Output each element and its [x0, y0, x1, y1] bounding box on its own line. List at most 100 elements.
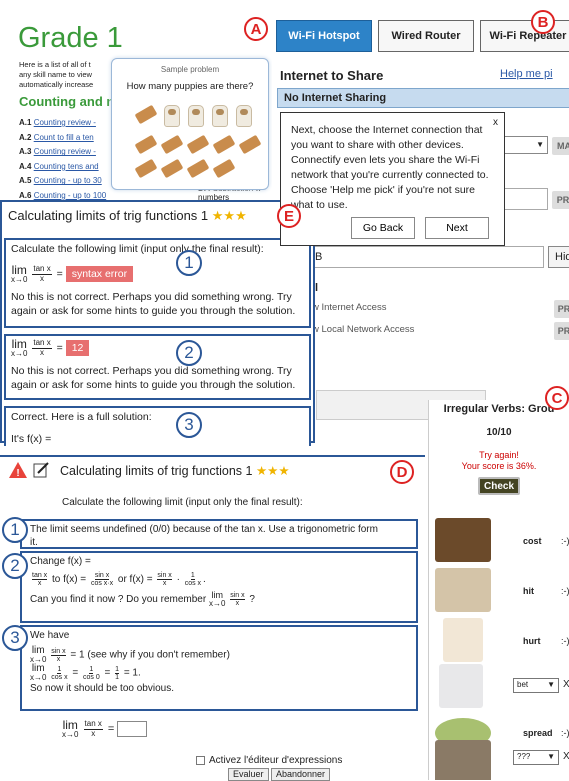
puppy-image	[236, 105, 252, 127]
puppy-image	[212, 105, 228, 127]
chevron-down-icon: ▼	[547, 680, 555, 689]
close-icon[interactable]: x	[493, 115, 498, 130]
skill-link[interactable]: Counting - up to 100	[34, 191, 107, 200]
answer-input[interactable]: syntax error	[65, 266, 134, 282]
score: 10/10	[486, 427, 512, 438]
sample-label: Sample problem	[160, 65, 220, 74]
pr-button[interactable]: PR	[554, 300, 569, 318]
instruction-text: Calculate the following limit (input onl…	[11, 243, 264, 255]
math-expression: lim x→0 tan xx = syntax error	[11, 264, 304, 284]
puppy-image	[164, 105, 180, 127]
exercise-title: Calculating limits of trig functions 1 ★…	[8, 208, 247, 223]
biscuit-image	[212, 158, 236, 179]
gate-image	[435, 740, 491, 780]
evaluate-button[interactable]: Evaluer	[228, 768, 269, 781]
math-expression: lim x→0 tan xx = 12	[11, 338, 304, 358]
panel-ixl-grade1: Grade 1 Here is a list of all of t any s…	[0, 0, 272, 210]
skill-item[interactable]: A.3 Counting review -	[19, 145, 106, 160]
chevron-down-icon: ▼	[547, 752, 555, 761]
callout-a: A	[244, 17, 268, 41]
page-title: Grade 1	[18, 22, 123, 54]
sample-question: How many puppies are there?	[126, 81, 254, 92]
bet-image	[439, 664, 483, 708]
answer-row: lim x→0 tan xx =	[62, 719, 148, 739]
edit-icon[interactable]	[32, 461, 50, 479]
biscuit-image	[186, 158, 210, 179]
biscuit-image	[160, 158, 184, 179]
biscuit-image	[134, 104, 158, 125]
callout-d: D	[390, 460, 414, 484]
tooltip: x Next, choose the Internet connection t…	[280, 112, 505, 246]
warning-icon: !	[9, 462, 27, 479]
panel-irregular-verbs: Irregular Verbs: Grou 10/10 Try again! Yo…	[428, 400, 569, 780]
internet-select[interactable]: No Internet Sharing	[277, 88, 569, 108]
tab-wifi-hotspot[interactable]: Wi-Fi Hotspot	[276, 20, 372, 52]
step-number: 2	[176, 340, 202, 366]
answer-input[interactable]	[117, 721, 148, 737]
share-label: Internet to Share	[280, 68, 384, 83]
pr-button[interactable]: PR	[554, 322, 569, 340]
coins-image	[435, 518, 491, 562]
answer-input[interactable]: 12	[65, 340, 90, 356]
dropdown[interactable]: ▼	[504, 136, 548, 154]
skill-item[interactable]: A.1 Counting review -	[19, 116, 106, 131]
stars: ★★★	[255, 464, 290, 478]
step-number: 1	[2, 517, 28, 543]
intro-text: Here is a list of all of t any skill nam…	[19, 60, 94, 89]
biscuit-image	[238, 134, 262, 155]
skill-link[interactable]: Counting review -	[34, 118, 96, 127]
access-internet-label: w Internet Access	[312, 302, 387, 313]
hint-box-1: The limit seems undefined (0/0) because …	[20, 519, 418, 549]
skill-link[interactable]: Counting - up to 30	[34, 176, 102, 185]
instruction-text: Calculate the following limit (input onl…	[62, 497, 303, 508]
hammer-image	[435, 568, 491, 612]
editor-checkbox[interactable]	[196, 756, 205, 765]
panel-limits-hints: ! Calculating limits of trig functions 1…	[0, 455, 425, 781]
text-field[interactable]	[504, 188, 548, 210]
hide-button[interactable]: Hide	[548, 246, 569, 268]
biscuit-image	[186, 134, 210, 155]
step-number: 3	[176, 412, 202, 438]
skill-link[interactable]: Counting review -	[34, 147, 96, 156]
editor-toggle[interactable]: Activez l'éditeur d'expressions	[196, 755, 342, 766]
biscuit-image	[134, 158, 158, 179]
verb-row: cost :-)	[435, 518, 569, 568]
callout-b: B	[531, 10, 555, 34]
svg-text:!: !	[16, 468, 19, 479]
feedback-box-1: Calculate the following limit (input onl…	[4, 238, 311, 328]
verb-select[interactable]: bet ▼	[513, 678, 559, 693]
verb-row: ???▼ X	[435, 736, 569, 780]
tab-wired-router[interactable]: Wired Router	[378, 20, 474, 52]
skill-item[interactable]: A.4 Counting tens and	[19, 160, 106, 175]
skill-item[interactable]: A.2 Count to fill a ten	[19, 131, 106, 146]
access-local-label: w Local Network Access	[312, 324, 415, 335]
verb-row: hit :-)	[435, 568, 569, 618]
puppy-image	[188, 105, 204, 127]
correct-message: Correct. Here is a full solution:	[11, 411, 152, 423]
abandon-button[interactable]: Abandonner	[271, 768, 331, 781]
ma-button[interactable]: MA	[552, 137, 569, 155]
tab-wifi-repeater[interactable]: Wi-Fi Repeater	[480, 20, 569, 52]
skill-list: A.1 Counting review - A.2 Count to fill …	[19, 116, 106, 204]
skill-item[interactable]: A.5 Counting - up to 30	[19, 174, 106, 189]
check-button[interactable]: Check	[478, 477, 520, 495]
skill-link[interactable]: Counting tens and	[34, 162, 99, 171]
feedback-message: No this is not correct. Perhaps you did …	[11, 291, 296, 317]
section-heading: Counting and nu	[19, 94, 123, 109]
callout-e: E	[277, 204, 301, 228]
next-button[interactable]: Next	[425, 217, 489, 239]
try-again-text: Try again! Your score is 36%.	[461, 450, 537, 471]
hurt-image	[443, 618, 483, 662]
solution-text: It's f(x) =	[11, 433, 52, 445]
skill-link[interactable]: Count to fill a ten	[34, 133, 94, 142]
feedback-box-3: Correct. Here is a full solution: It's f…	[4, 406, 311, 446]
go-back-button[interactable]: Go Back	[351, 217, 415, 239]
verb-select[interactable]: ??? ▼	[513, 750, 559, 765]
exercise-title: Calculating limits of trig functions 1 ★…	[60, 464, 290, 478]
tooltip-text: Next, choose the Internet connection tha…	[291, 124, 489, 211]
help-link[interactable]: Help me pi	[500, 68, 553, 80]
password-field[interactable]: B	[312, 246, 544, 268]
pr-button[interactable]: PR	[552, 191, 569, 209]
hint-box-3: We have lim x→0 sin xx = 1 (see why if yo…	[20, 625, 418, 711]
panel-connectify: Wi-Fi Hotspot Wired Router Wi-Fi Repeate…	[272, 0, 569, 440]
